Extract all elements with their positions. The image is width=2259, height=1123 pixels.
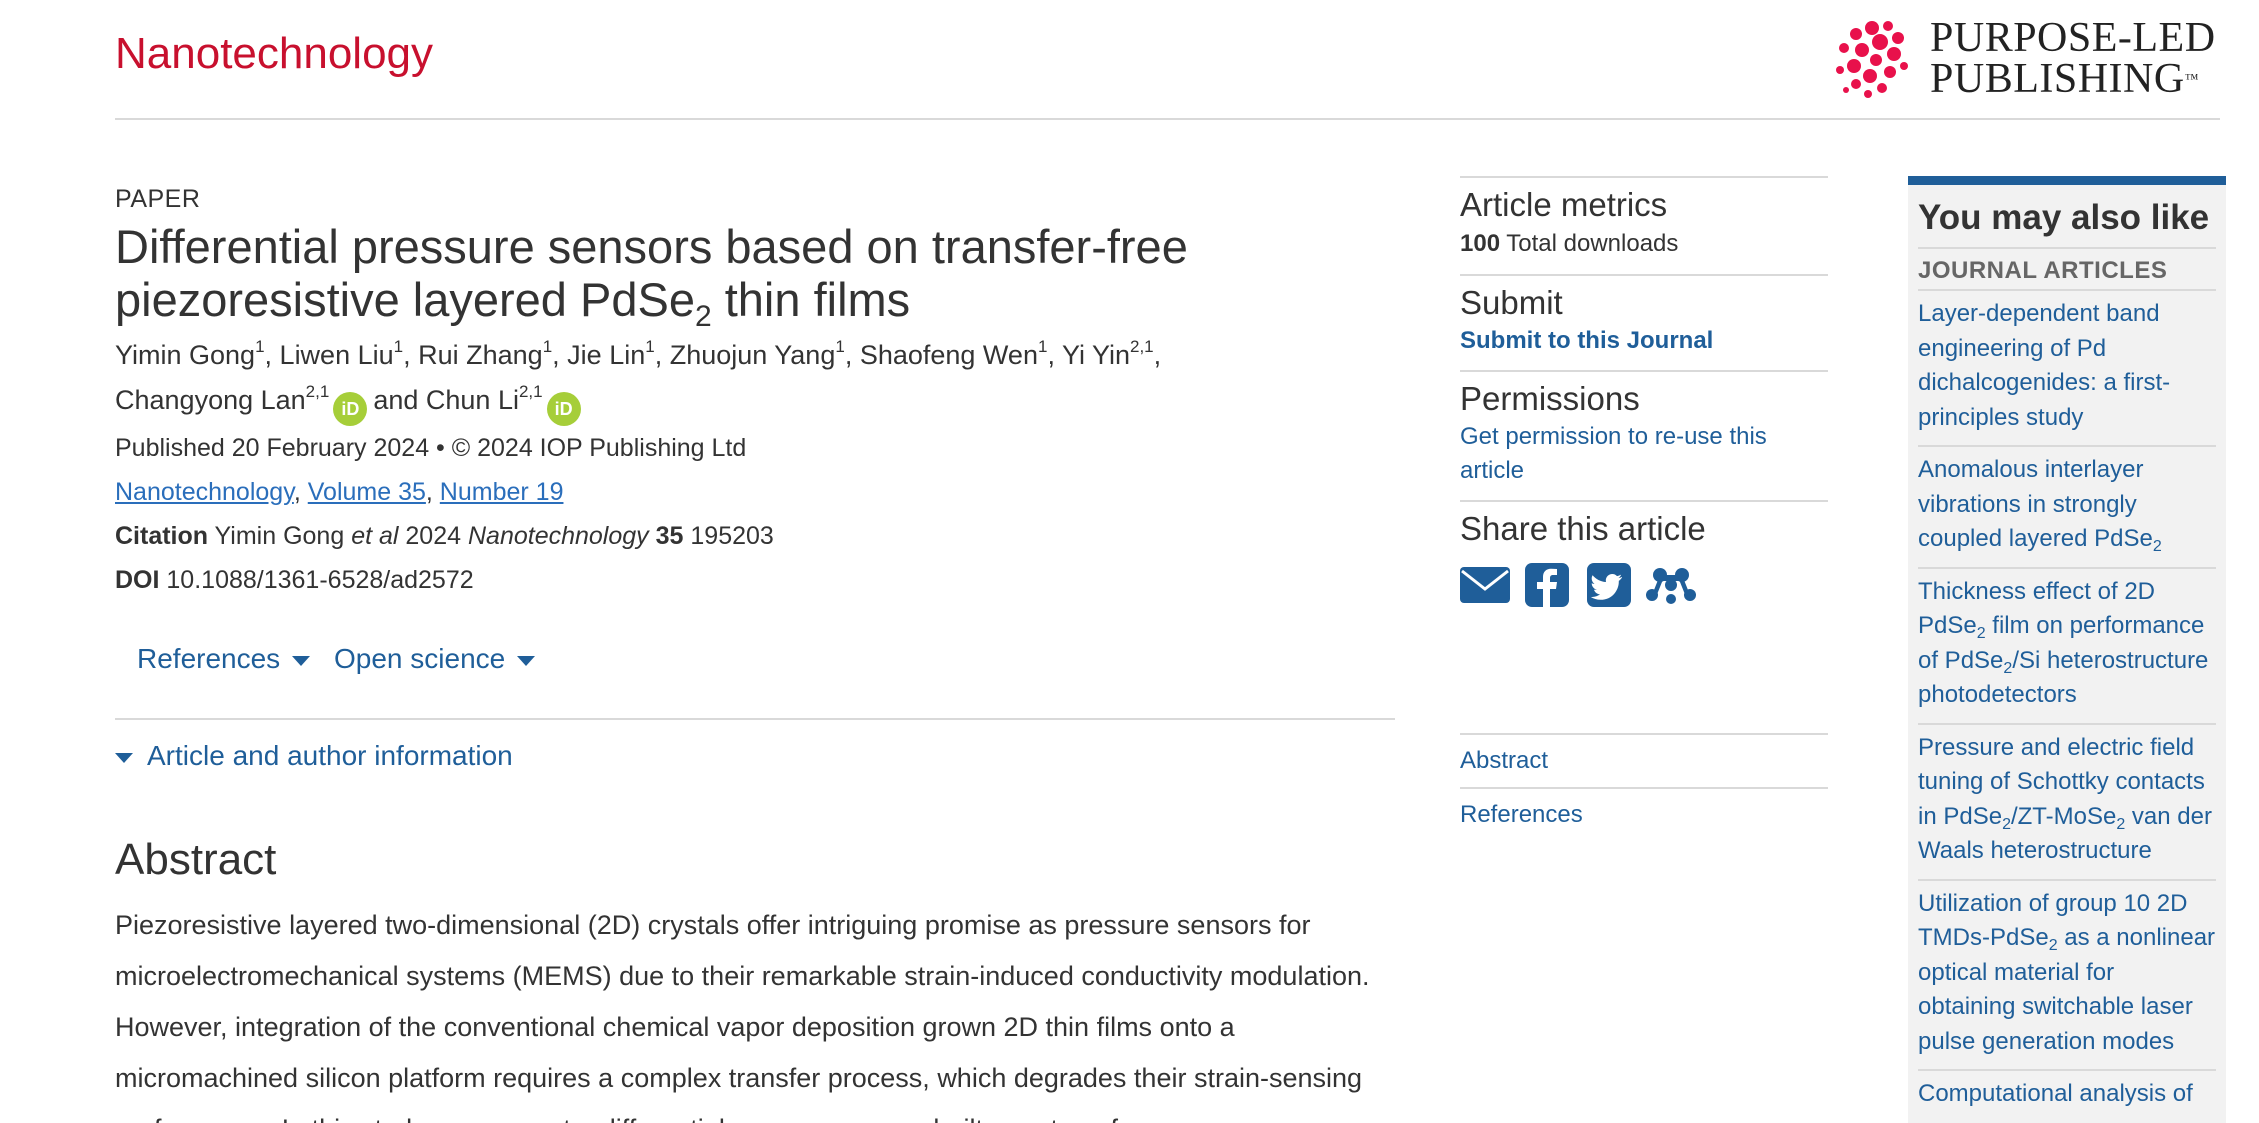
- doi-label: DOI: [115, 566, 160, 594]
- brand-line-2: PUBLISHING™: [1930, 56, 2199, 102]
- article-title: Differential pressure sensors based on t…: [115, 220, 1188, 333]
- chevron-down-icon: [292, 655, 311, 666]
- author[interactable]: Zhuojun Yang1: [670, 338, 845, 370]
- author[interactable]: Liwen Liu1: [280, 338, 404, 370]
- permissions-block: Permissions Get permission to re-use thi…: [1460, 370, 1828, 500]
- section-jump-nav: Abstract References: [1460, 733, 1828, 841]
- jump-references-link[interactable]: References: [1460, 787, 1828, 841]
- related-article-link[interactable]: Pressure and electric field tuning of Sc…: [1918, 722, 2216, 879]
- header-divider: [115, 118, 2220, 120]
- article-tabs: References Open science: [115, 626, 1395, 692]
- article-main: PAPER Differential pressure sensors base…: [115, 180, 1395, 1123]
- total-downloads: 100 Total downloads: [1460, 230, 1679, 257]
- related-title: You may also like: [1918, 198, 2210, 237]
- author[interactable]: Shaofeng Wen1: [860, 338, 1048, 370]
- related-subtitle: JOURNAL ARTICLES: [1918, 247, 2216, 289]
- chevron-down-icon: [517, 655, 536, 666]
- author[interactable]: Changyong Lan2,1: [115, 383, 329, 415]
- publisher-logo-icon: [1836, 21, 1908, 98]
- submit-title: Submit: [1460, 284, 1563, 321]
- chevron-down-icon: [115, 752, 133, 763]
- doi: DOI 10.1088/1361-6528/ad2572: [115, 558, 1395, 602]
- journal-breadcrumb: Nanotechnology, Volume 35, Number 19: [115, 478, 564, 506]
- brand-line-1: PURPOSE-LED: [1930, 15, 2216, 61]
- share-title: Share this article: [1460, 510, 1706, 547]
- submit-to-journal-link[interactable]: Submit to this Journal: [1460, 324, 1828, 358]
- author[interactable]: Yi Yin2,1: [1062, 338, 1154, 370]
- tab-open-science[interactable]: Open science: [334, 626, 536, 692]
- citation-label: Citation: [115, 522, 209, 550]
- citation: Citation Yimin Gong et al 2024 Nanotechn…: [115, 522, 774, 550]
- journal-home-link[interactable]: Nanotechnology: [115, 26, 433, 82]
- publisher-wordmark: PURPOSE-LED PUBLISHING™: [1930, 15, 2216, 102]
- abstract-text: Piezoresistive layered two-dimensional (…: [115, 910, 1370, 1123]
- section-divider: [115, 718, 1395, 720]
- author-list: Yimin Gong1, Liwen Liu1, Rui Zhang1, Jie…: [115, 333, 1255, 426]
- submit-block: Submit Submit to this Journal: [1460, 274, 1828, 370]
- related-article-link[interactable]: Utilization of group 10 2D TMDs-PdSe2 as…: [1918, 878, 2216, 1070]
- article-author-info-toggle[interactable]: Article and author information: [115, 730, 1395, 782]
- issue-link[interactable]: Number 19: [440, 478, 564, 506]
- email-icon[interactable]: [1460, 563, 1510, 607]
- orcid-icon[interactable]: iD: [546, 392, 581, 426]
- doi-value[interactable]: 10.1088/1361-6528/ad2572: [166, 566, 473, 594]
- orcid-icon[interactable]: iD: [333, 392, 368, 426]
- author[interactable]: Chun Li2,1: [426, 383, 543, 415]
- share-block: Share this article: [1460, 500, 1828, 622]
- related-article-link[interactable]: Layer-dependent band engineering of Pd d…: [1918, 289, 2216, 445]
- jump-abstract-link[interactable]: Abstract: [1460, 733, 1828, 787]
- author[interactable]: Jie Lin1: [567, 338, 655, 370]
- journal-link[interactable]: Nanotechnology: [115, 478, 294, 506]
- purpose-led-publishing-logo[interactable]: PURPOSE-LED PUBLISHING™: [1832, 16, 2222, 106]
- you-may-also-like-panel: You may also like JOURNAL ARTICLES Layer…: [1908, 176, 2226, 1123]
- author[interactable]: Yimin Gong1: [115, 338, 265, 370]
- abstract-heading: Abstract: [115, 835, 277, 884]
- article-type: PAPER: [115, 185, 201, 213]
- permissions-title: Permissions: [1460, 380, 1640, 417]
- related-article-link[interactable]: Computational analysis of: [1918, 1069, 2216, 1122]
- metrics-title: Article metrics: [1460, 186, 1668, 223]
- tab-references[interactable]: References: [137, 626, 311, 692]
- share-icons: [1460, 560, 1828, 610]
- mendeley-icon[interactable]: [1646, 563, 1696, 607]
- volume-link[interactable]: Volume 35: [308, 478, 426, 506]
- article-sidebar: Article metrics 100 Total downloads Subm…: [1460, 176, 1828, 622]
- publication-date: Published 20 February 2024 • © 2024 IOP …: [115, 434, 747, 462]
- twitter-icon[interactable]: [1584, 563, 1634, 607]
- related-article-link[interactable]: Thickness effect of 2D PdSe2 film on per…: [1918, 566, 2216, 723]
- permissions-link[interactable]: Get permission to re-use this article: [1460, 420, 1828, 488]
- facebook-icon[interactable]: [1522, 563, 1572, 607]
- author[interactable]: Rui Zhang1: [418, 338, 552, 370]
- site-header: Nanotechnology PURPOSE-LED PUBLISHING™: [0, 0, 2259, 120]
- article-metrics: Article metrics 100 Total downloads: [1460, 176, 1828, 274]
- related-article-link[interactable]: Anomalous interlayer vibrations in stron…: [1918, 445, 2216, 567]
